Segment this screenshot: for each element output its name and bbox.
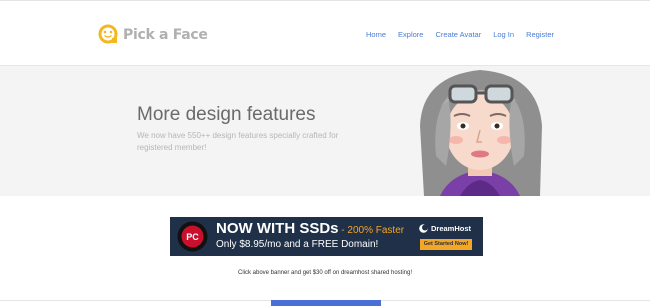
get-started-button[interactable]: Get Started Now! bbox=[420, 239, 472, 250]
nav-register[interactable]: Register bbox=[526, 30, 554, 39]
banner-subline: Only $8.95/mo and a FREE Domain! bbox=[216, 239, 379, 250]
hero-section: More design features We now have 550++ d… bbox=[0, 66, 650, 196]
bottom-action-button[interactable] bbox=[271, 300, 381, 306]
hero-title: More design features bbox=[137, 104, 316, 125]
hero-subtitle: We now have 550++ design features specia… bbox=[137, 131, 339, 152]
nav-explore[interactable]: Explore bbox=[398, 30, 423, 39]
editors-choice-badge-icon: PC bbox=[177, 221, 208, 252]
nav-create-avatar[interactable]: Create Avatar bbox=[435, 30, 481, 39]
dreamhost-moon-icon bbox=[419, 224, 428, 233]
banner-headline-main: NOW WITH SSDs bbox=[216, 220, 339, 237]
site-header: Pick a Face Home Explore Create Avatar L… bbox=[0, 1, 650, 66]
dreamhost-banner[interactable]: PC NOW WITH SSDs - 200% Faster Only $8.9… bbox=[170, 217, 483, 256]
banner-headline: NOW WITH SSDs - 200% Faster bbox=[216, 220, 404, 237]
nav-log-in[interactable]: Log In bbox=[493, 30, 514, 39]
main-nav: Home Explore Create Avatar Log In Regist… bbox=[354, 30, 554, 39]
avatar-illustration bbox=[420, 70, 542, 196]
banner-note: Click above banner and get $30 off on dr… bbox=[237, 270, 412, 276]
smiley-chat-icon bbox=[98, 24, 120, 46]
svg-text:PC: PC bbox=[186, 232, 199, 242]
dreamhost-brand: DreamHost bbox=[431, 224, 472, 233]
site-logo[interactable]: Pick a Face bbox=[98, 23, 208, 47]
banner-headline-suffix: - 200% Faster bbox=[338, 225, 405, 236]
logo-text: Pick a Face bbox=[123, 27, 208, 43]
nav-home[interactable]: Home bbox=[366, 30, 386, 39]
dreamhost-logo: DreamHost bbox=[419, 224, 471, 233]
